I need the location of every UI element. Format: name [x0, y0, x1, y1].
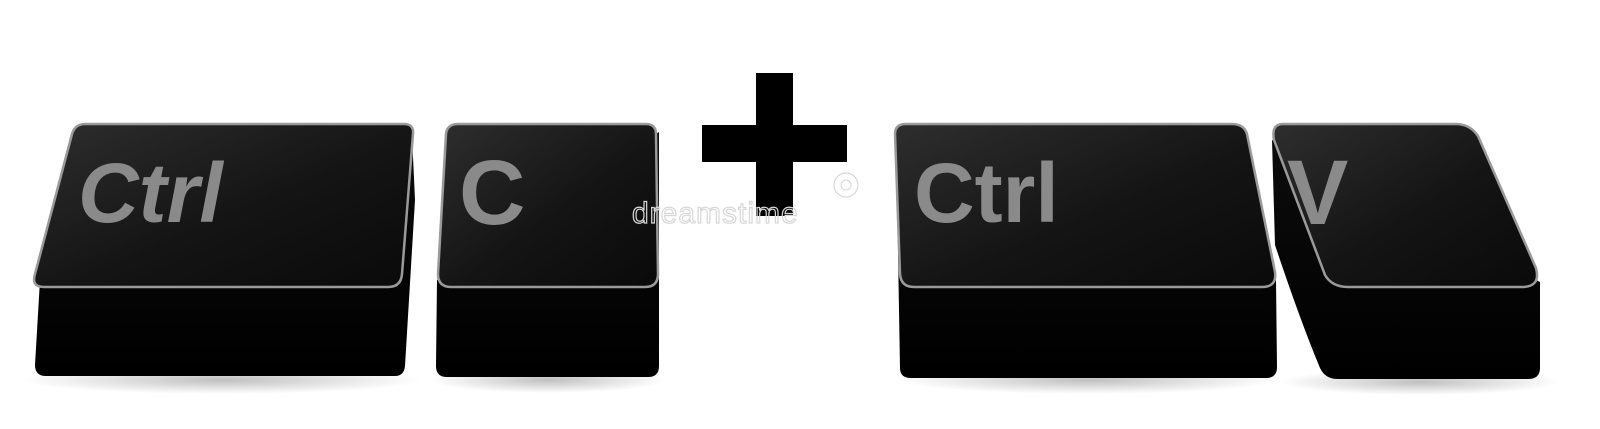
c-key: C	[430, 122, 666, 393]
v-key: V	[1272, 122, 1560, 395]
keyboard-shortcut-illustration: Ctrl C dreamstime Ctrl V	[22, 73, 1560, 395]
ctrl-key-left-label: Ctrl	[78, 146, 224, 240]
c-key-label: C	[459, 142, 525, 244]
watermark-text: dreamstime	[632, 197, 799, 230]
watermark-logo	[833, 172, 859, 198]
ctrl-key-right: Ctrl	[893, 122, 1278, 394]
plus-icon	[702, 73, 847, 216]
v-key-label: V	[1287, 142, 1348, 244]
ctrl-key-left: Ctrl	[22, 122, 422, 394]
ctrl-key-right-label: Ctrl	[914, 146, 1059, 240]
